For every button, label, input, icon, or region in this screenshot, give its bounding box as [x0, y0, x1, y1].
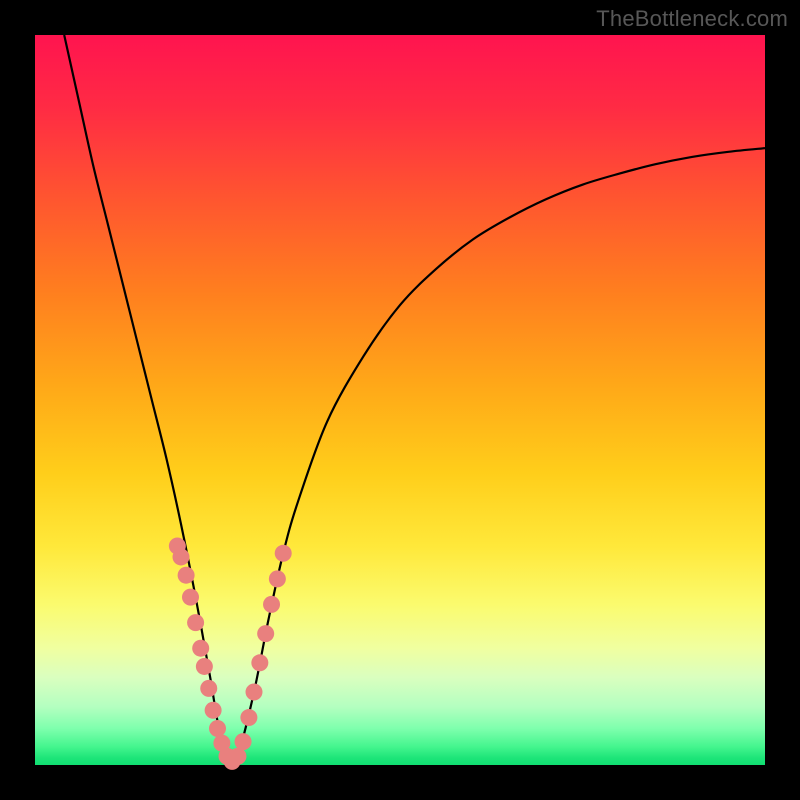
marker-dot — [229, 748, 246, 765]
marker-dot — [240, 709, 257, 726]
marker-dot — [178, 567, 195, 584]
marker-dot — [200, 680, 217, 697]
watermark-text: TheBottleneck.com — [596, 6, 788, 32]
marker-dot — [257, 625, 274, 642]
marker-dot — [235, 733, 252, 750]
marker-dot — [275, 545, 292, 562]
marker-dot — [209, 720, 226, 737]
marker-dot — [251, 654, 268, 671]
marker-dot — [263, 596, 280, 613]
marker-dot — [269, 570, 286, 587]
marker-dot — [192, 640, 209, 657]
marker-dot — [205, 702, 222, 719]
chart-frame: TheBottleneck.com — [0, 0, 800, 800]
marker-dot — [187, 614, 204, 631]
marker-dot — [173, 548, 190, 565]
marker-dot — [246, 684, 263, 701]
plot-area — [35, 35, 765, 765]
marker-dot — [196, 658, 213, 675]
marker-cluster — [169, 538, 292, 770]
marker-dot — [182, 589, 199, 606]
bottleneck-curve — [64, 35, 765, 761]
chart-svg — [35, 35, 765, 765]
